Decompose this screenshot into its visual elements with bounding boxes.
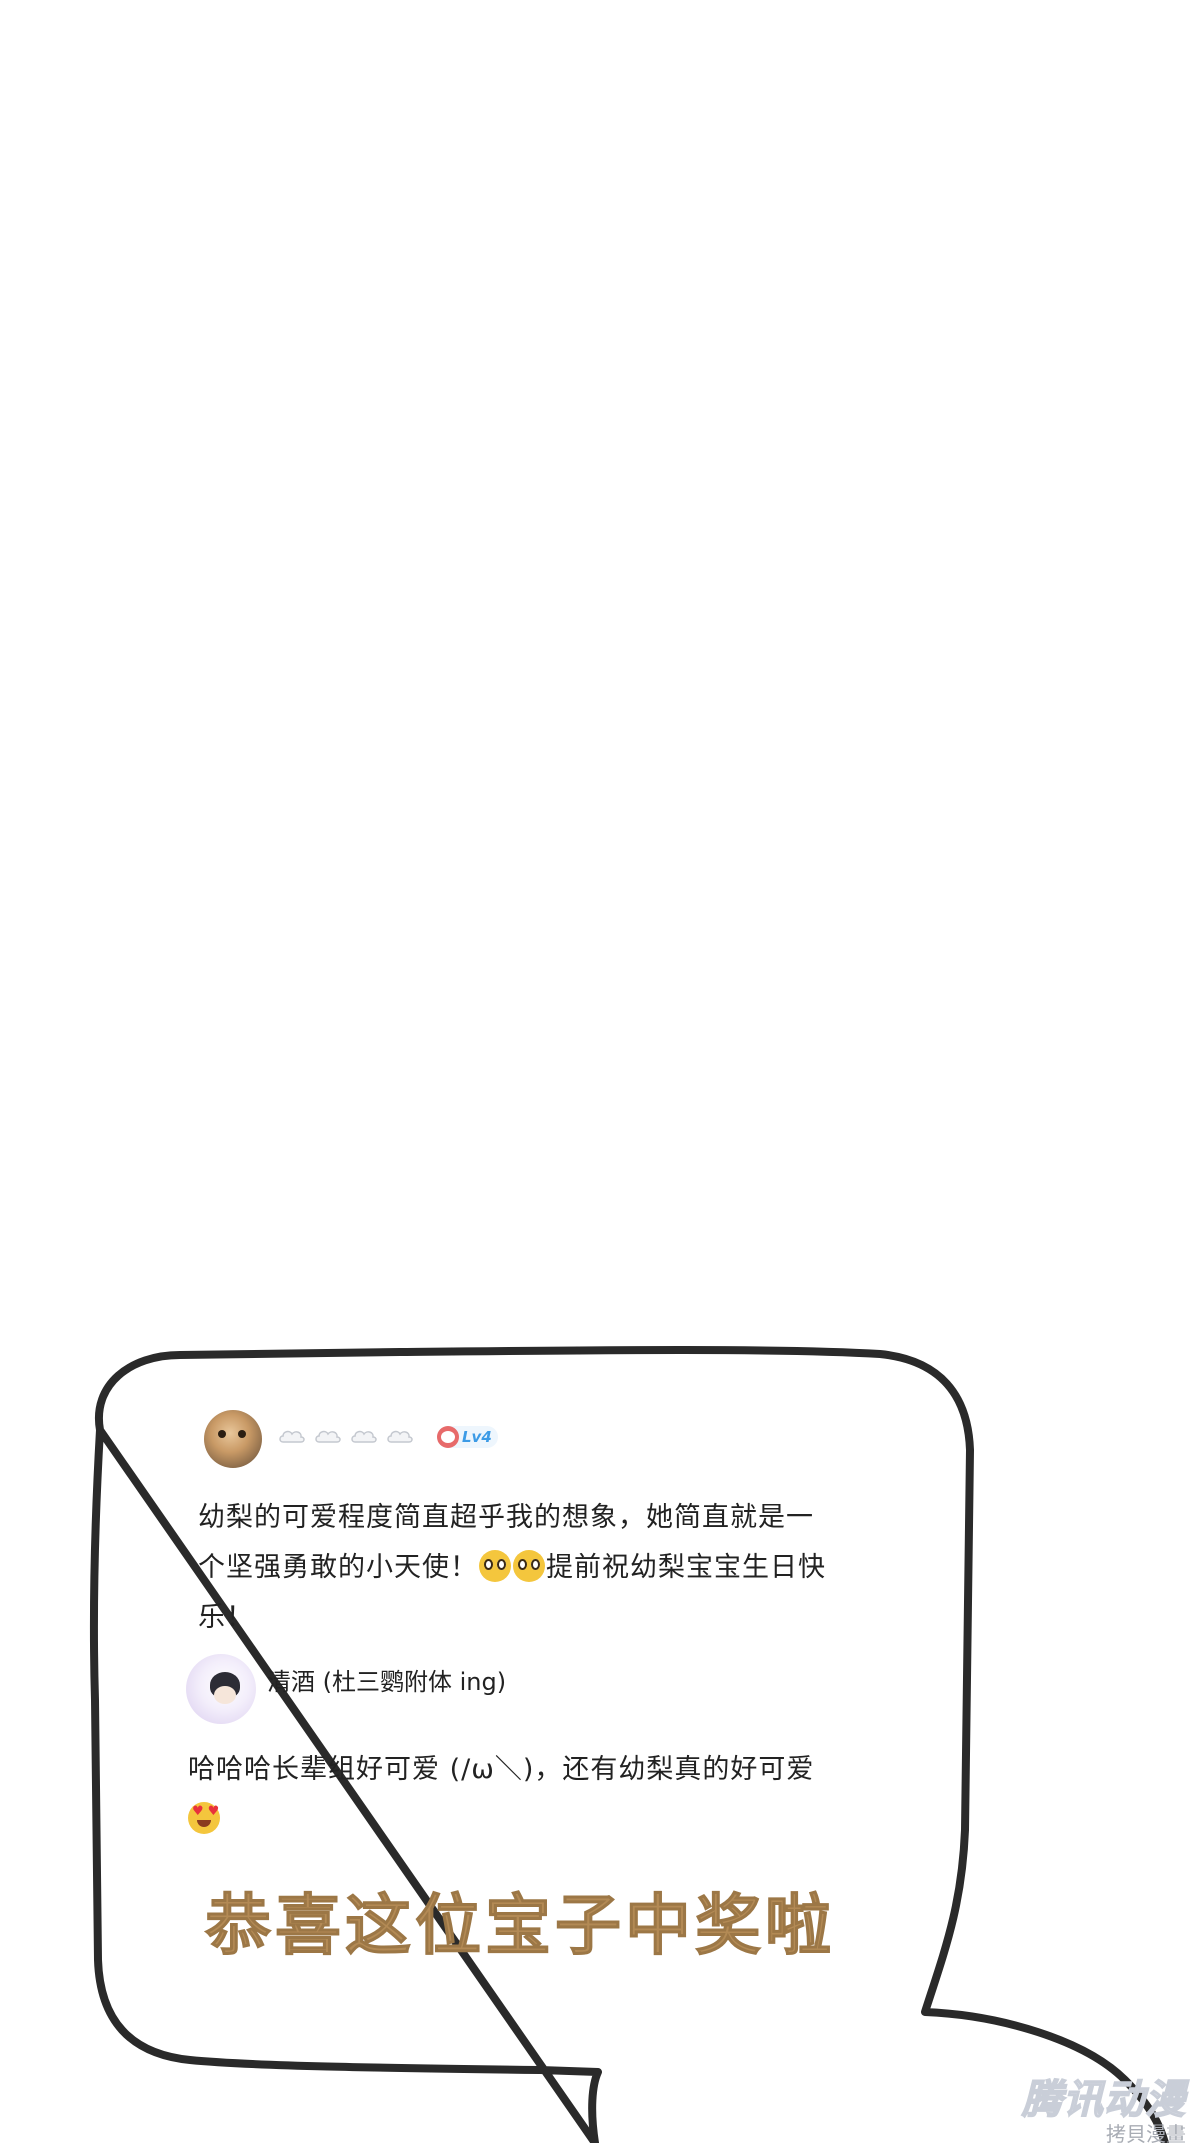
user-avatar[interactable]	[186, 1654, 256, 1724]
username[interactable]: 清酒 (杜三鹦附体 ing)	[267, 1662, 506, 1697]
headline: 恭喜这位宝子中奖啦	[205, 1886, 835, 1965]
cloud-icon	[350, 1428, 378, 1444]
pleading-face-icon	[479, 1550, 511, 1582]
watermark: 腾讯动漫 拷貝漫畫	[1021, 2077, 1186, 2146]
pleading-face-icon	[513, 1550, 545, 1582]
comment-text-part: 哈哈哈长辈组好可爱 (/ω＼)，还有幼梨真的好可爱	[188, 1754, 815, 1785]
cloud-icon	[278, 1428, 306, 1444]
watermark-logo: 腾讯动漫	[1021, 2077, 1186, 2123]
heart-eyes-icon	[188, 1802, 223, 1834]
watermark-sub: 拷貝漫畫	[1106, 2122, 1186, 2146]
comment-text: 哈哈哈长辈组好可爱 (/ω＼)，还有幼梨真的好可爱	[188, 1745, 838, 1845]
user-avatar[interactable]	[204, 1410, 262, 1468]
cloud-icon	[314, 1428, 342, 1444]
comment-text: 幼梨的可爱程度简直超乎我的想象，她简直就是一个坚强勇敢的小天使！ 提前祝幼梨宝宝生…	[198, 1493, 838, 1643]
level-icon	[437, 1426, 459, 1448]
cloud-icon	[386, 1428, 414, 1444]
badge-row	[278, 1428, 414, 1444]
level-text: Lv4	[462, 1428, 492, 1446]
level-badge: Lv4	[437, 1426, 498, 1448]
